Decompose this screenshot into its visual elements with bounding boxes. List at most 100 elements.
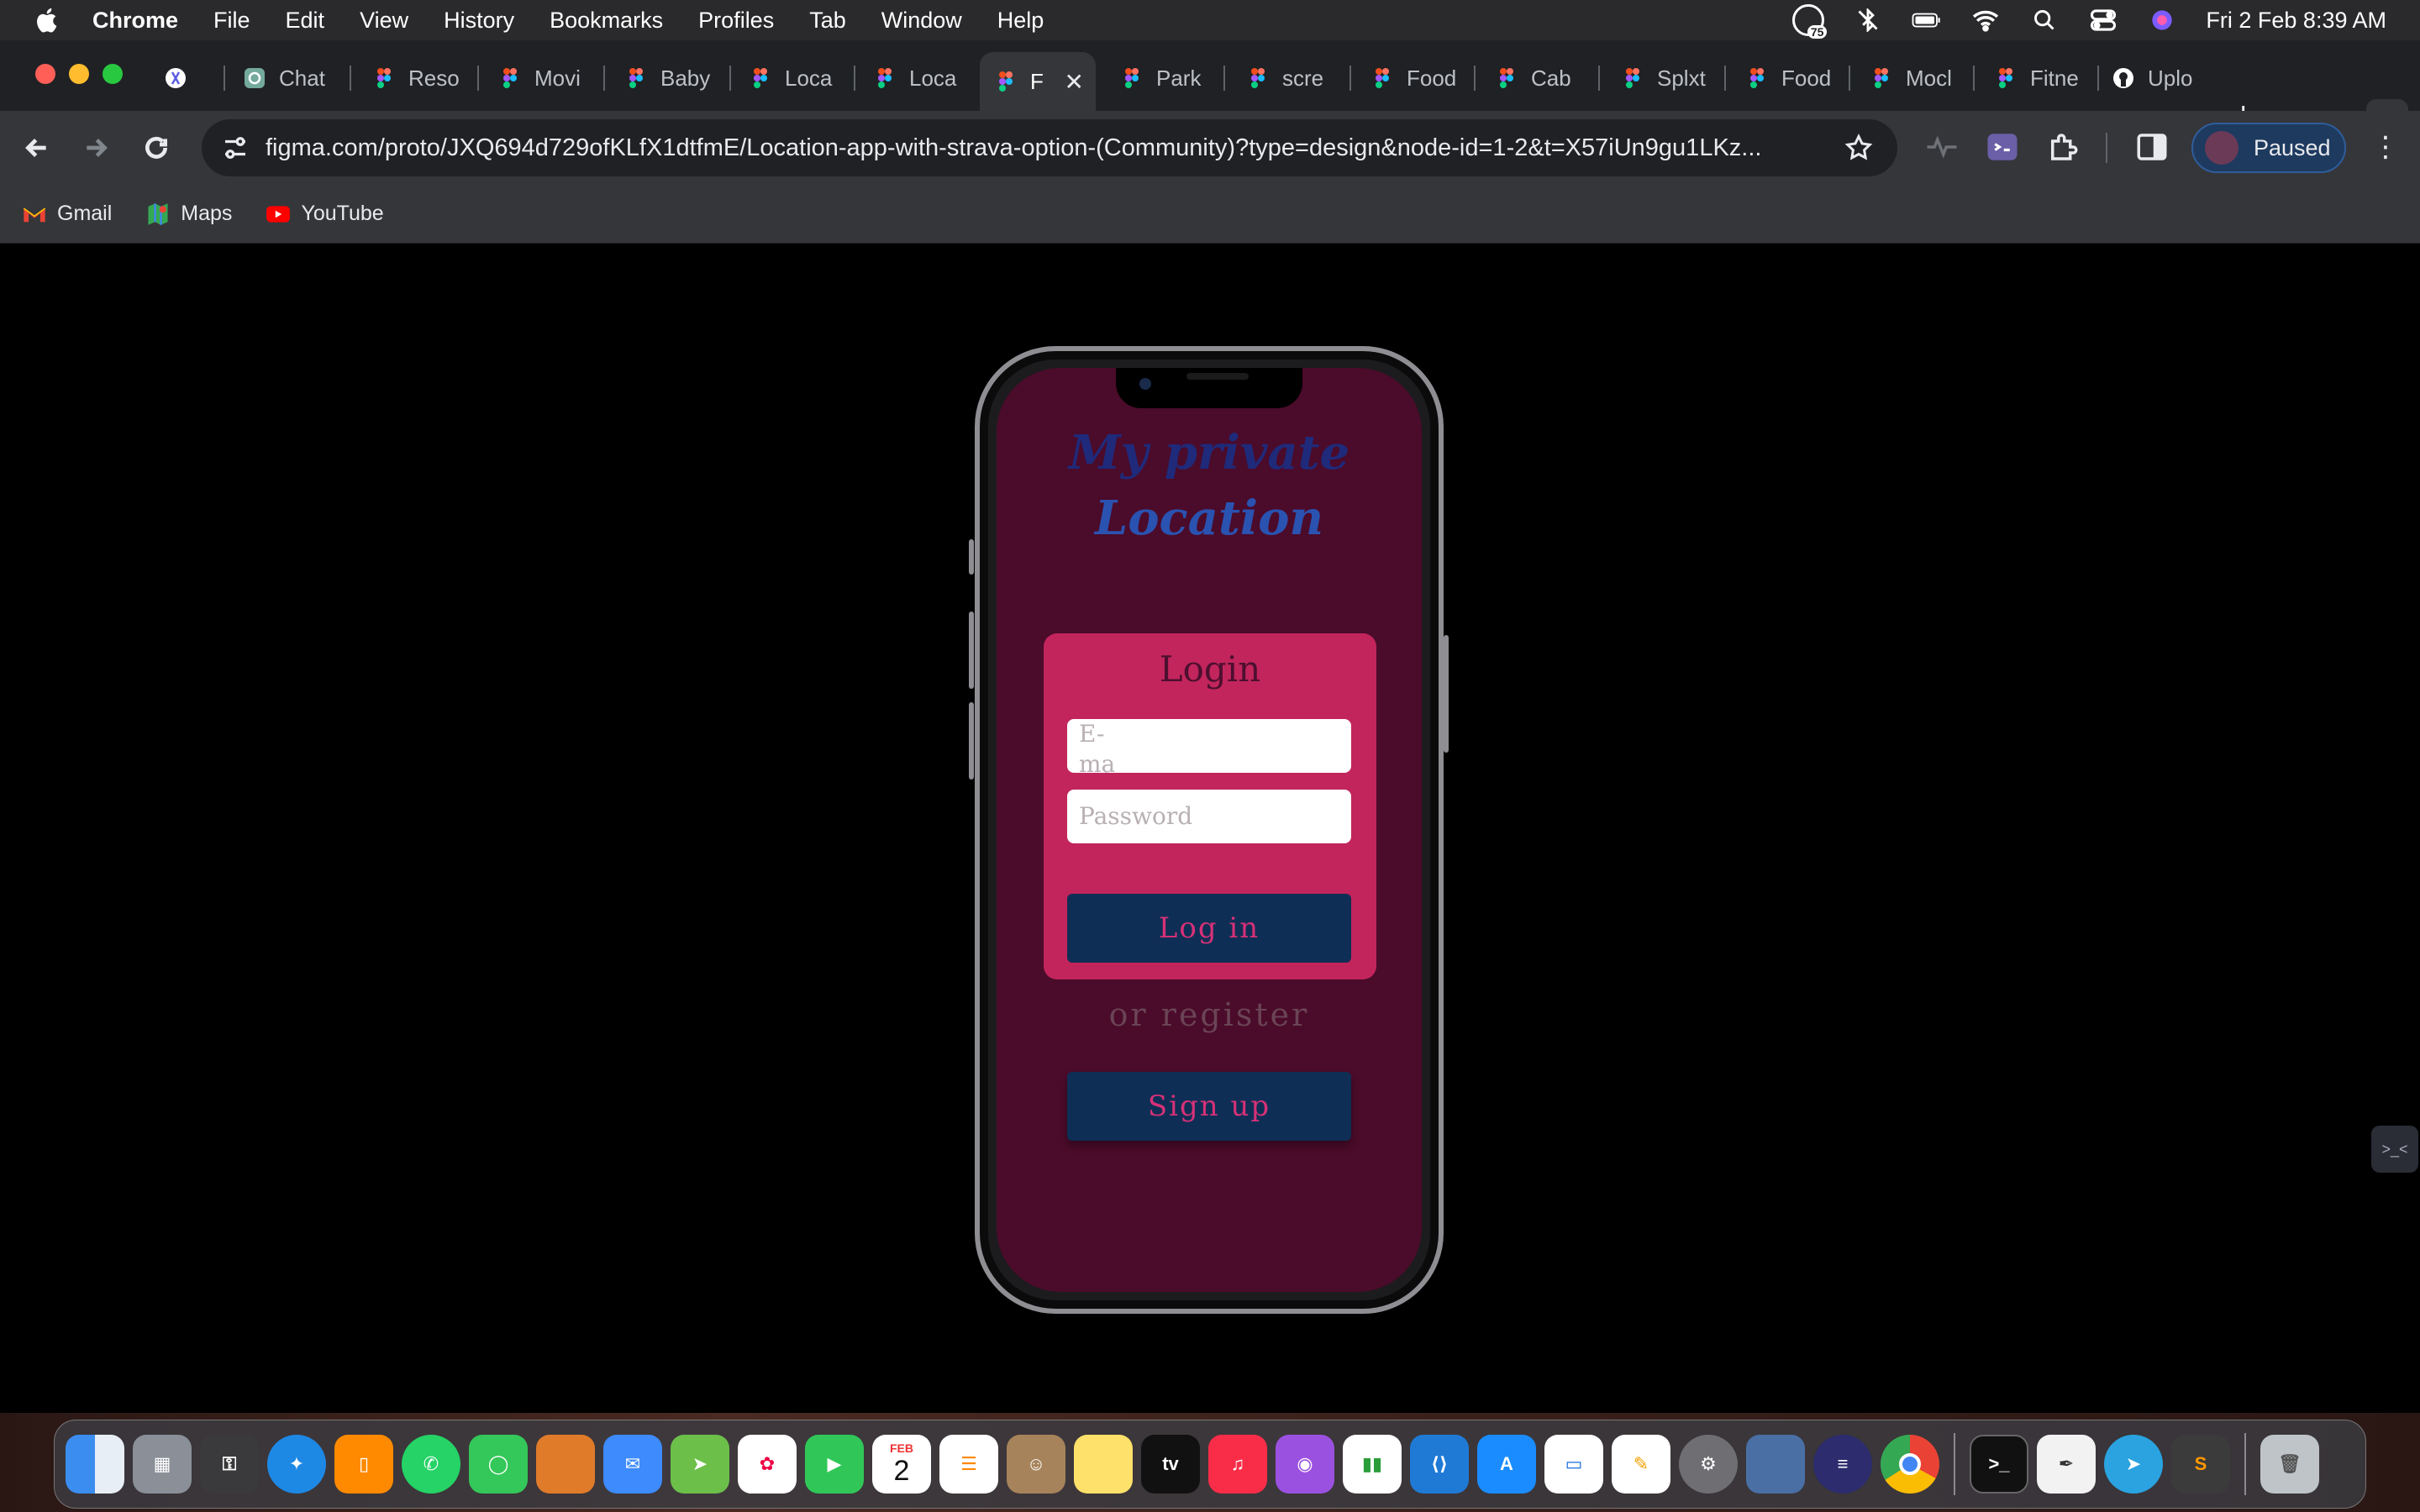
menu-window[interactable]: Window xyxy=(881,8,962,34)
keychain-icon[interactable]: ⚿ xyxy=(200,1435,259,1494)
podcasts-icon[interactable]: ◉ xyxy=(1276,1435,1334,1494)
telegram-icon[interactable]: ➤ xyxy=(2104,1435,2163,1494)
mail-icon[interactable]: ✉ xyxy=(603,1435,662,1494)
menu-tab[interactable]: Tab xyxy=(809,8,846,34)
performance-icon[interactable] xyxy=(1924,129,1960,165)
preview2-icon[interactable] xyxy=(1746,1435,1805,1494)
tab-figma[interactable]: scre xyxy=(1247,52,1351,104)
tab-figma[interactable]: Fitne xyxy=(1995,52,2099,104)
vscode-icon[interactable]: ⟨⟩ xyxy=(1410,1435,1469,1494)
tab-figma[interactable]: Baby xyxy=(625,52,731,104)
bookmark-gmail[interactable]: Gmail xyxy=(22,202,112,227)
close-tab-icon[interactable]: ✕ xyxy=(1065,68,1084,96)
email-field[interactable]: E-mail xyxy=(1067,719,1351,773)
bookmark-youtube[interactable]: YouTube xyxy=(266,202,384,227)
appletv-icon[interactable]: tv xyxy=(1141,1435,1200,1494)
maps-icon[interactable]: ➤ xyxy=(671,1435,729,1494)
tab-figma[interactable]: Mocl xyxy=(1870,52,1975,104)
side-panel-icon[interactable] xyxy=(2134,129,2170,165)
maximize-window-button[interactable] xyxy=(103,64,123,84)
notification-badge-icon[interactable]: 75 xyxy=(1792,4,1828,39)
books-icon[interactable]: ▯ xyxy=(334,1435,393,1494)
menu-edit[interactable]: Edit xyxy=(286,8,325,34)
reload-button[interactable] xyxy=(136,128,176,168)
extensions-puzzle-icon[interactable] xyxy=(2045,129,2081,165)
extension-app-icon[interactable] xyxy=(1985,129,2020,165)
login-card: Login E-mail Password Log in xyxy=(1044,633,1376,979)
trash-icon[interactable]: 🗑 xyxy=(2260,1435,2319,1494)
tab-figma[interactable]: Movi xyxy=(499,52,605,104)
menu-app-name[interactable]: Chrome xyxy=(92,8,178,34)
tab-figma[interactable]: Loca xyxy=(750,52,855,104)
arrow-right-icon xyxy=(87,139,108,157)
siri-icon[interactable] xyxy=(2147,8,2177,33)
sublime-icon[interactable]: S xyxy=(2171,1435,2230,1494)
forward-button[interactable] xyxy=(76,128,116,168)
menu-history[interactable]: History xyxy=(444,8,514,34)
spotlight-search-icon[interactable] xyxy=(2029,8,2060,33)
launchpad-icon[interactable]: ▦ xyxy=(133,1435,192,1494)
profile-status-label: Paused xyxy=(2254,134,2331,160)
tab-perplexity[interactable] xyxy=(165,52,225,104)
menubar-clock[interactable]: Fri 2 Feb 8:39 AM xyxy=(2206,8,2386,34)
tab-figma[interactable]: Food xyxy=(1371,52,1476,104)
instruments-icon[interactable]: ≡ xyxy=(1813,1435,1872,1494)
profile-paused-button[interactable]: Paused xyxy=(2191,123,2346,173)
tab-figma[interactable]: Park xyxy=(1121,52,1225,104)
whatsapp-icon[interactable]: ✆ xyxy=(402,1435,460,1494)
menu-bookmarks[interactable]: Bookmarks xyxy=(550,8,663,34)
photos-icon[interactable]: ✿ xyxy=(738,1435,797,1494)
calendar-icon[interactable]: FEB 2 xyxy=(872,1435,931,1494)
menu-file[interactable]: File xyxy=(213,8,250,34)
facetime-icon[interactable]: ▶ xyxy=(805,1435,864,1494)
floating-extension-icon[interactable]: >_< xyxy=(2371,1126,2418,1173)
music-icon[interactable]: ♫ xyxy=(1208,1435,1267,1494)
bookmarks-bar: Gmail Maps YouTube xyxy=(0,185,2420,244)
contacts-icon[interactable]: ☺ xyxy=(1007,1435,1065,1494)
tab-figma[interactable]: Loca xyxy=(874,52,980,104)
tab-figma[interactable]: Cab xyxy=(1496,52,1600,104)
or-register-text: or register xyxy=(1108,996,1310,1033)
login-button[interactable]: Log in xyxy=(1067,894,1351,963)
pages-icon[interactable]: ✎ xyxy=(1612,1435,1670,1494)
menu-view[interactable]: View xyxy=(360,8,408,34)
messages-icon[interactable]: ◯ xyxy=(469,1435,528,1494)
minimize-window-button[interactable] xyxy=(69,64,89,84)
textedit-icon[interactable]: ✒ xyxy=(2037,1435,2096,1494)
signup-button[interactable]: Sign up xyxy=(1067,1072,1351,1141)
bluetooth-off-icon[interactable] xyxy=(1853,8,1883,33)
tab-chatgpt[interactable]: Chat xyxy=(244,52,351,104)
control-center-icon[interactable] xyxy=(2088,8,2118,33)
chrome-icon[interactable] xyxy=(1881,1435,1939,1494)
system-settings-icon[interactable]: ⚙ xyxy=(1679,1435,1738,1494)
chrome-menu-kebab-icon[interactable]: ⋮ xyxy=(2371,129,2400,165)
appstore-icon[interactable]: A xyxy=(1477,1435,1536,1494)
tab-figma[interactable]: Reso xyxy=(373,52,479,104)
close-window-button[interactable] xyxy=(35,64,55,84)
address-bar[interactable]: figma.com/proto/JXQ694d729ofKLfX1dtfmE/L… xyxy=(202,119,1897,176)
bookmark-maps[interactable]: Maps xyxy=(145,202,232,227)
tab-active-figma[interactable]: F ✕ xyxy=(980,52,1096,111)
wifi-icon[interactable] xyxy=(1970,8,2001,33)
tab-github[interactable]: Uplo xyxy=(2112,52,2217,104)
bookmark-star-icon[interactable] xyxy=(1844,133,1874,163)
battery-icon[interactable] xyxy=(1912,8,1942,33)
tab-figma[interactable]: Food xyxy=(1746,52,1850,104)
back-button[interactable] xyxy=(17,128,57,168)
apple-icon[interactable] xyxy=(34,6,62,34)
numbers-icon[interactable]: ▮▮ xyxy=(1343,1435,1402,1494)
reminders-icon[interactable]: ☰ xyxy=(939,1435,998,1494)
preview-icon[interactable] xyxy=(536,1435,595,1494)
password-field[interactable]: Password xyxy=(1067,790,1351,843)
keynote-icon[interactable]: ▭ xyxy=(1544,1435,1603,1494)
notes-icon[interactable] xyxy=(1074,1435,1133,1494)
terminal-icon[interactable]: >_ xyxy=(1970,1435,2028,1494)
menu-profiles[interactable]: Profiles xyxy=(698,8,774,34)
tab-figma[interactable]: Splxt xyxy=(1622,52,1726,104)
url-text[interactable]: figma.com/proto/JXQ694d729ofKLfX1dtfmE/L… xyxy=(266,134,1845,162)
site-settings-icon[interactable] xyxy=(220,133,250,163)
finder-icon[interactable] xyxy=(66,1435,124,1494)
app-title-line2: Location xyxy=(1094,491,1324,546)
menu-help[interactable]: Help xyxy=(997,8,1044,34)
safari-icon[interactable]: ✦ xyxy=(267,1435,326,1494)
